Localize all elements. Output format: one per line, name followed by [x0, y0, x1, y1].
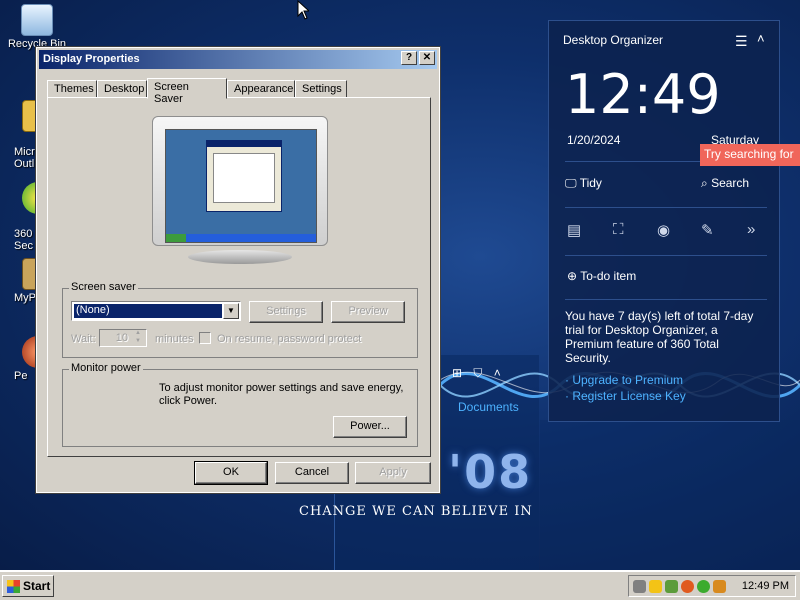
- dropdown-arrow-icon[interactable]: ▼: [223, 303, 239, 319]
- desktop-organizer: Desktop Organizer ☰ ˄ 12:49 1/20/2024 Sa…: [548, 20, 780, 422]
- system-tray: 12:49 PM: [628, 575, 796, 597]
- organizer-date: 1/20/2024: [567, 133, 621, 147]
- windows-logo-icon: [7, 580, 20, 593]
- notebook-icon[interactable]: ▤: [567, 221, 581, 239]
- taskbar-clock[interactable]: 12:49 PM: [742, 580, 789, 592]
- shield-icon[interactable]: [649, 580, 662, 593]
- window-title: Display Properties: [43, 53, 140, 65]
- divider: [565, 255, 767, 256]
- desktop-icon-recycle-bin[interactable]: Recycle Bin: [2, 4, 72, 50]
- tidy-label: Tidy: [579, 176, 602, 190]
- screen-saver-group: Screen saver (None) ▼ Settings Preview W…: [62, 281, 418, 358]
- settings-button[interactable]: Settings: [249, 301, 323, 323]
- monitor-stand: [188, 250, 292, 264]
- power-button[interactable]: Power...: [333, 416, 407, 438]
- search-icon: ⌕: [701, 176, 708, 190]
- todo-button[interactable]: ⊕ To-do item: [567, 269, 636, 283]
- monitor-power-description: To adjust monitor power settings and sav…: [159, 382, 404, 407]
- security-icon[interactable]: [681, 580, 694, 593]
- monitor-preview: [152, 116, 328, 264]
- divider: [565, 207, 767, 208]
- menu-icon[interactable]: ☰: [735, 33, 748, 50]
- tab-settings[interactable]: Settings: [295, 80, 347, 98]
- help-button[interactable]: ?: [401, 51, 417, 65]
- collapse-icon[interactable]: ˄: [757, 31, 765, 46]
- organizer-time: 12:49: [565, 63, 721, 126]
- ok-button[interactable]: OK: [194, 461, 268, 485]
- wallpaper-year: '08: [448, 445, 533, 499]
- lock-icon[interactable]: ⛉: [473, 366, 482, 380]
- close-button[interactable]: ✕: [419, 51, 435, 65]
- search-tooltip: Try searching for: [700, 144, 800, 166]
- screen-saver-selected: (None): [74, 304, 222, 318]
- wait-value: 10: [115, 332, 128, 344]
- trial-text: You have 7 day(s) left of total 7-day tr…: [565, 309, 754, 365]
- todo-label: To-do item: [580, 269, 637, 283]
- spin-up-icon[interactable]: ▲: [131, 330, 145, 338]
- title-bar[interactable]: Display Properties: [39, 50, 437, 69]
- organizer-title: Desktop Organizer: [563, 33, 664, 47]
- tab-screen-saver[interactable]: Screen Saver: [147, 78, 227, 105]
- screen-saver-select[interactable]: (None) ▼: [71, 301, 241, 321]
- documents-toolbar: ⊞ ⛉ ˄: [452, 366, 501, 381]
- documents-link[interactable]: Documents: [458, 400, 519, 414]
- preview-window: [206, 140, 282, 212]
- monitor-power-group: Monitor power To adjust monitor power se…: [62, 362, 418, 447]
- mouse-cursor-icon: [297, 0, 309, 20]
- tidy-button[interactable]: 🖵 Tidy: [565, 176, 602, 191]
- preview-taskbar: [166, 234, 316, 242]
- display-properties-window: Display Properties ? ✕ Themes Desktop Sc…: [35, 46, 441, 494]
- add-circle-icon: ⊕: [567, 269, 578, 283]
- screen-saver-panel: Screen saver (None) ▼ Settings Preview W…: [47, 97, 431, 457]
- search-tray-icon[interactable]: [713, 580, 726, 593]
- tab-themes[interactable]: Themes: [47, 80, 97, 98]
- edit-icon[interactable]: ✎: [701, 221, 714, 239]
- register-link[interactable]: · Register License Key: [565, 389, 686, 403]
- wallpaper-slogan: CHANGE WE CAN BELIEVE IN: [299, 504, 533, 519]
- spin-down-icon[interactable]: ▼: [131, 338, 145, 346]
- search-label: Search: [711, 176, 750, 190]
- monitor-frame: [152, 116, 328, 246]
- tab-appearance[interactable]: Appearance: [227, 80, 295, 98]
- tab-desktop[interactable]: Desktop: [97, 80, 147, 98]
- apply-button[interactable]: Apply: [355, 462, 431, 484]
- password-checkbox[interactable]: [199, 332, 211, 344]
- minutes-label: minutes: [155, 333, 194, 345]
- network-icon[interactable]: [665, 580, 678, 593]
- grid-icon[interactable]: ⊞: [452, 366, 462, 380]
- taskbar: Start 12:49 PM: [0, 570, 800, 600]
- chevron-up-icon[interactable]: ˄: [494, 366, 501, 380]
- password-label: On resume, password protect: [217, 333, 362, 345]
- wait-label: Wait:: [71, 333, 96, 345]
- search-button[interactable]: ⌕ Search: [701, 176, 749, 191]
- expand-icon[interactable]: »: [747, 221, 755, 238]
- crop-icon[interactable]: ⛶: [613, 221, 624, 238]
- divider: [565, 299, 767, 300]
- monitor-screen: [165, 129, 317, 243]
- wallpaper-panel-right: [540, 420, 800, 570]
- 360-tray-icon[interactable]: [697, 580, 710, 593]
- upgrade-link[interactable]: · Upgrade to Premium: [565, 373, 683, 387]
- monitor-icon: 🖵: [565, 176, 577, 190]
- start-label: Start: [23, 579, 51, 593]
- wait-spinner[interactable]: 10 ▲ ▼: [99, 329, 147, 347]
- monitor-power-legend: Monitor power: [69, 362, 143, 374]
- screen-saver-legend: Screen saver: [69, 281, 138, 293]
- cancel-button[interactable]: Cancel: [275, 462, 349, 484]
- recycle-bin-icon: [21, 4, 53, 36]
- keyboard-icon[interactable]: [633, 580, 646, 593]
- start-button[interactable]: Start: [2, 575, 54, 597]
- preview-button[interactable]: Preview: [331, 301, 405, 323]
- eye-icon[interactable]: ◉: [657, 221, 670, 239]
